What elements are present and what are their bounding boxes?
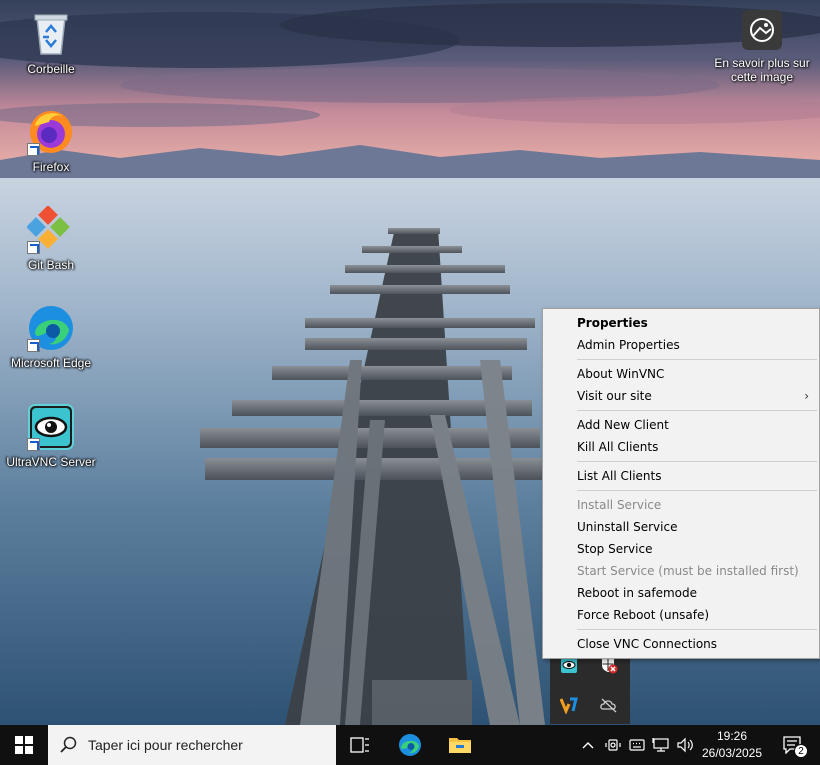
menu-separator [577,410,817,411]
desktop-icon-git-bash[interactable]: Git Bash [3,205,99,272]
git-bash-icon [26,205,75,254]
windows-logo-icon [15,736,33,754]
ultravnc-icon [27,403,75,451]
menu-item-stop-service[interactable]: Stop Service [543,538,819,560]
tray-keyboard-button[interactable] [626,725,648,765]
notification-count-badge: 2 [794,744,808,758]
edge-icon [399,734,421,756]
keyboard-icon [629,739,645,751]
desktop-icon-recycle-bin[interactable]: Corbeille [3,10,99,76]
menu-separator [577,629,817,630]
recycle-bin-icon [27,10,75,58]
taskbar-search-box[interactable]: Taper ici pour rechercher [48,725,336,765]
menu-item-label: Visit our site [577,389,652,403]
desktop-icon-label: Corbeille [27,62,75,76]
task-view-icon [350,737,369,753]
device-sync-icon [605,739,621,751]
network-icon [652,738,669,752]
clock-date: 26/03/2025 [701,746,763,760]
tray-volume-button[interactable] [674,725,696,765]
task-view-button[interactable] [336,725,384,765]
menu-item-install-service: Install Service [577,498,662,512]
menu-item-list-all-clients[interactable]: List All Clients [543,465,819,487]
menu-item-kill-all-clients[interactable]: Kill All Clients [543,436,819,458]
shortcut-arrow-icon [27,339,40,352]
menu-item-uninstall-service[interactable]: Uninstall Service [543,516,819,538]
clock-time: 19:26 [716,729,748,743]
search-placeholder: Taper ici pour rechercher [88,737,243,753]
menu-item-start-service: Start Service (must be installed first) [577,564,799,578]
menu-item-admin-properties[interactable]: Admin Properties [543,334,819,356]
learn-about-image-label: En savoir plus sur cette image [714,56,810,84]
taskbar-clock[interactable]: 19:26 26/03/2025 [696,725,768,765]
menu-item-close-vnc-connections[interactable]: Close VNC Connections [543,633,819,655]
desktop-icon-edge[interactable]: Microsoft Edge [3,304,99,370]
shortcut-arrow-icon [27,438,40,451]
start-button[interactable] [0,725,48,765]
desktop-icon-ultravnc[interactable]: UltraVNC Server [3,403,99,469]
winvnc-context-menu: Properties Admin Properties About WinVNC… [542,308,820,659]
firefox-icon [27,108,75,156]
onedrive-offline-icon[interactable] [599,695,619,715]
vnc-viewer-tray-icon[interactable] [559,695,579,715]
shortcut-arrow-icon [27,143,40,156]
menu-item-force-reboot[interactable]: Force Reboot (unsafe) [543,604,819,626]
learn-about-image-button[interactable]: En savoir plus sur cette image [710,10,814,84]
taskbar: Taper ici pour rechercher 19:26 26/03/20… [0,725,820,765]
edge-icon [27,304,75,352]
menu-item-add-new-client[interactable]: Add New Client [543,414,819,436]
desktop-icon-label: UltraVNC Server [6,455,96,469]
tray-device-button[interactable] [602,725,624,765]
submenu-arrow-icon: › [804,389,809,403]
desktop-icon-firefox[interactable]: Firefox [3,108,99,174]
menu-separator [577,490,817,491]
shortcut-arrow-icon [27,241,40,254]
search-icon [60,736,77,753]
menu-item-properties[interactable]: Properties [543,312,819,334]
desktop-icon-label: Microsoft Edge [10,356,92,370]
desktop-icon-label: Git Bash [27,258,75,272]
camera-info-icon [742,10,782,50]
action-center-button[interactable]: 2 [772,725,812,765]
tray-network-button[interactable] [650,725,672,765]
menu-item-visit-our-site[interactable]: Visit our site › [543,385,819,407]
taskbar-file-explorer-button[interactable] [436,725,484,765]
menu-item-reboot-safemode[interactable]: Reboot in safemode [543,582,819,604]
menu-separator [577,359,817,360]
menu-separator [577,461,817,462]
speaker-icon [677,737,693,753]
taskbar-edge-button[interactable] [386,725,434,765]
folder-icon [449,738,471,753]
chevron-up-icon [582,742,594,749]
menu-item-about-winvnc[interactable]: About WinVNC [543,363,819,385]
show-hidden-icons-button[interactable] [578,725,598,765]
tray-overflow-panel [550,648,630,724]
desktop-icon-label: Firefox [32,160,70,174]
